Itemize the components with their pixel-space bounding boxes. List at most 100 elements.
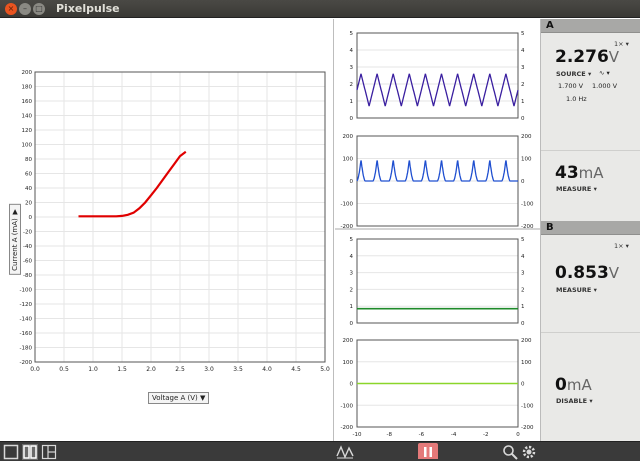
strip-right-tick-label: 0 [521, 382, 525, 388]
x-tick-label: 4.0 [262, 366, 272, 373]
pause-icon[interactable] [418, 443, 438, 459]
x-tick-label: 3.5 [233, 366, 243, 373]
y-tick-label: -200 [20, 360, 33, 366]
strip-right-tick-label: 4 [521, 48, 525, 54]
y-tick-label: -140 [20, 317, 33, 323]
channel-a-source-mode[interactable]: SOURCE ▾ [556, 70, 591, 78]
channel-b-disable-unit: mA [566, 376, 592, 394]
channel-b-measure-mode[interactable]: MEASURE ▾ [556, 286, 597, 294]
channel-a-letter: A [546, 20, 554, 31]
channel-a-param-high[interactable]: 1.000 V [592, 82, 617, 90]
y-tick-label: -40 [23, 244, 32, 250]
channel-b-measure-readout: 0.853V [555, 263, 619, 283]
minimize-icon[interactable]: – [19, 3, 31, 15]
channel-a-measure-value: 43 [555, 163, 579, 183]
strip-right-tick-label: 0 [521, 321, 525, 327]
strip-right-tick-label: 1 [521, 304, 525, 310]
y-tick-label: 100 [22, 143, 33, 149]
x-tick-label: 0.5 [59, 366, 69, 373]
time-tick-label: 0 [516, 432, 520, 438]
channel-a-measure-readout: 43mA [555, 163, 604, 183]
time-series-plots[interactable]: 5 5 4 4 3 3 2 2 1 1 0 0 200 200 100 100 0 0 -100 -100 -200 -2… [335, 19, 540, 441]
y-tick-label: 180 [22, 85, 33, 91]
strip-left-tick-label: 5 [350, 31, 354, 37]
x-tick-label: 1.0 [88, 366, 98, 373]
channel-a-source-value: 2.276 [555, 47, 609, 67]
channel-a-current-trace [356, 160, 519, 182]
time-series-chart[interactable]: 5 54 43 32 21 10 0200 200100 1000 0-100 -100-200 -2… [335, 19, 540, 441]
strip-right-tick-label: 2 [521, 287, 525, 293]
strip-left-tick-label: -200 [341, 224, 354, 230]
channel-b-measure-unit: V [608, 264, 620, 282]
strip-left-tick-label: -200 [341, 425, 354, 431]
strip-left-tick-label: -100 [341, 202, 354, 208]
channel-a-measure-unit: mA [578, 164, 604, 182]
channel-b-letter: B [546, 222, 554, 233]
y-tick-label: -100 [20, 288, 33, 294]
x-tick-label: 5.0 [320, 366, 330, 373]
strip-left-tick-label: 2 [350, 82, 354, 88]
y-tick-label: -180 [20, 346, 33, 352]
strip-left-tick-label: 5 [350, 237, 354, 243]
strip-right-tick-label: 2 [521, 82, 525, 88]
y-tick-label: 20 [25, 201, 32, 207]
channel-a-measure-panel: 43mA MEASURE ▾ [541, 151, 640, 221]
x-tick-label: 2.5 [175, 366, 185, 373]
strip-frame-a-voltage [356, 32, 519, 119]
channel-b-disable-value: 0 [555, 375, 567, 395]
y-axis-select[interactable]: Current A (mA) ▼ [9, 204, 21, 275]
channel-a-source-readout: 2.276V [555, 47, 619, 67]
strip-right-tick-label: 3 [521, 65, 525, 71]
channel-b-measure-panel: 1× ▾ 0.853V MEASURE ▾ [541, 235, 640, 333]
time-tick-label: -10 [353, 432, 362, 438]
strip-left-tick-label: 200 [343, 134, 354, 140]
strip-right-tick-label: 5 [521, 237, 525, 243]
strip-right-tick-label: 0 [521, 116, 525, 122]
iv-curve-chart[interactable]: 0.0 0.5 1.0 1.5 2.0 2.5 3.0 3.5 4.0 4.5 5.02001801… [0, 19, 334, 441]
close-icon[interactable]: × [5, 3, 17, 15]
x-tick-label: 1.5 [117, 366, 127, 373]
settings-gear-icon[interactable] [521, 444, 537, 460]
y-tick-label: 60 [25, 172, 32, 178]
title-bar: × – □ Pixelpulse [0, 0, 640, 18]
y-tick-label: -20 [23, 230, 32, 236]
strip-left-tick-label: 100 [343, 360, 354, 366]
channel-a-param-low[interactable]: 1.700 V [558, 82, 583, 90]
strip-right-tick-label: -200 [521, 425, 534, 431]
strip-left-tick-label: 0 [350, 179, 354, 185]
channel-b-scale-select[interactable]: 1× ▾ [614, 242, 629, 250]
time-tick-label: -2 [483, 432, 488, 438]
zoom-icon[interactable] [502, 444, 518, 460]
waveform-mode-icon[interactable] [335, 444, 355, 460]
y-tick-label: -120 [20, 302, 33, 308]
x-axis-select[interactable]: Voltage A (V) ▼ [148, 392, 210, 404]
xy-plot-area[interactable]: 0.0 0.5 1.0 1.5 2.0 2.5 3.0 3.5 4.0 4.5 5.0 200 180 1… [0, 19, 334, 441]
strip-left-tick-label: 0 [350, 116, 354, 122]
channel-a-header: A [541, 19, 640, 33]
strip-right-tick-label: 3 [521, 271, 525, 277]
channel-a-measure-mode[interactable]: MEASURE ▾ [556, 185, 597, 193]
channel-b-disable-mode[interactable]: DISABLE ▾ [556, 397, 593, 405]
x-tick-label: 2.0 [146, 366, 156, 373]
y-tick-label: 40 [25, 186, 32, 192]
bottom-toolbar [0, 441, 640, 461]
channel-sidebar: A 1× ▾ 2.276V SOURCE ▾ ∿ ▾ 1.700 V 1.000… [540, 19, 640, 441]
x-tick-label: 0.0 [30, 366, 40, 373]
y-tick-label: 160 [22, 99, 33, 105]
waveform-icon[interactable]: ∿ ▾ [599, 69, 610, 77]
channel-a-source-panel: 1× ▾ 2.276V SOURCE ▾ ∿ ▾ 1.700 V 1.000 V… [541, 33, 640, 151]
channel-a-param-freq[interactable]: 1.0 Hz [566, 95, 587, 103]
split-layout-icon[interactable] [22, 444, 38, 460]
strip-left-tick-label: 200 [343, 338, 354, 344]
strip-left-tick-label: 2 [350, 287, 354, 293]
y-tick-label: 140 [22, 114, 33, 120]
three-pane-layout-icon[interactable] [41, 444, 57, 460]
strip-right-tick-label: 5 [521, 31, 525, 37]
strip-right-tick-label: 100 [521, 157, 532, 163]
y-tick-label: -80 [23, 273, 32, 279]
strip-left-tick-label: 3 [350, 271, 354, 277]
maximize-icon[interactable]: □ [33, 3, 45, 15]
single-layout-icon[interactable] [3, 444, 19, 460]
x-tick-label: 4.5 [291, 366, 301, 373]
strip-right-tick-label: 0 [521, 179, 525, 185]
